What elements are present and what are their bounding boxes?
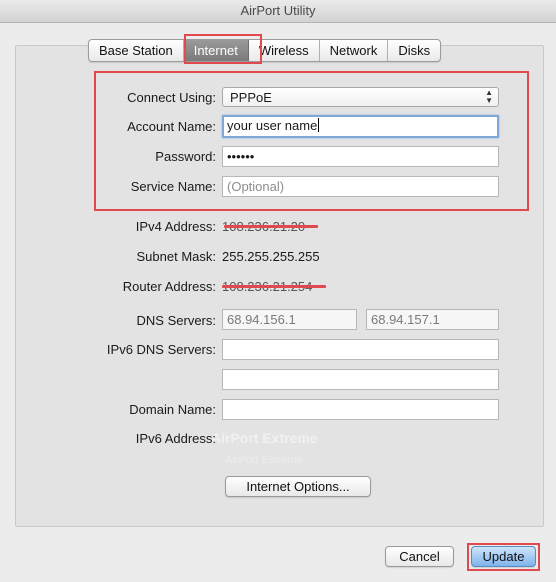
router-redaction	[222, 285, 326, 288]
select-arrows-icon: ▲ ▼	[485, 88, 493, 105]
service-name-placeholder: (Optional)	[227, 179, 285, 194]
connect-using-select[interactable]: PPPoE ▲ ▼	[222, 87, 499, 107]
domain-name-label: Domain Name:	[129, 402, 216, 417]
text-cursor	[318, 118, 320, 132]
cancel-button[interactable]: Cancel	[385, 546, 454, 567]
dns-server-2-field[interactable]: 68.94.157.1	[366, 309, 499, 330]
ipv4-redaction	[224, 225, 318, 228]
tab-network[interactable]: Network	[320, 40, 389, 61]
dns-label: DNS Servers:	[136, 313, 216, 328]
dns-server-1-field[interactable]: 68.94.156.1	[222, 309, 357, 330]
tab-disks[interactable]: Disks	[388, 40, 440, 61]
update-button[interactable]: Update	[471, 546, 536, 567]
ipv6-dns-field-1[interactable]	[222, 339, 499, 360]
tab-bar: Base Station Internet Wireless Network D…	[88, 39, 442, 62]
subnet-value: 255.255.255.255	[222, 249, 320, 264]
dns-server-2-value: 68.94.157.1	[371, 312, 440, 327]
domain-name-field[interactable]	[222, 399, 499, 420]
ipv6-dns-label: IPv6 DNS Servers:	[106, 342, 216, 357]
dns-server-1-value: 68.94.156.1	[227, 312, 296, 327]
connect-using-label: Connect Using:	[127, 90, 216, 105]
account-name-value: your user name	[227, 118, 318, 133]
window-title: AirPort Utility	[0, 0, 556, 23]
tab-internet[interactable]: Internet	[183, 40, 249, 61]
watermark-name: AirPort Extreme	[211, 430, 318, 446]
subnet-label: Subnet Mask:	[136, 249, 217, 264]
password-label: Password:	[155, 149, 216, 164]
tab-base-station[interactable]: Base Station	[89, 40, 184, 61]
service-name-label: Service Name:	[130, 179, 216, 194]
password-value: ••••••	[227, 149, 255, 164]
ipv6-dns-field-2[interactable]	[222, 369, 499, 390]
service-name-field[interactable]: (Optional)	[222, 176, 499, 197]
watermark-sub: AirPort Extreme	[225, 454, 303, 466]
ipv4-label: IPv4 Address:	[135, 219, 216, 234]
connect-using-value: PPPoE	[230, 90, 272, 105]
router-label: Router Address:	[122, 279, 216, 294]
account-name-label: Account Name:	[127, 119, 216, 134]
ipv6-address-label: IPv6 Address:	[135, 431, 216, 446]
internet-options-button[interactable]: Internet Options...	[225, 476, 371, 497]
account-name-field[interactable]: your user name	[222, 115, 499, 138]
password-field[interactable]: ••••••	[222, 146, 499, 167]
tab-wireless[interactable]: Wireless	[249, 40, 320, 61]
